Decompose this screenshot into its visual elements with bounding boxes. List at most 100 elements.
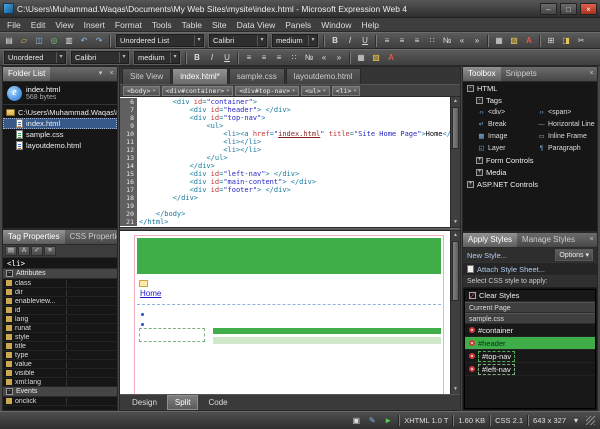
font-combo-2[interactable]: Calibri▾ xyxy=(71,51,129,64)
collapse-icon[interactable]: - xyxy=(6,270,13,277)
toolbox-item-image[interactable]: ▦Image xyxy=(477,130,537,142)
attribute-row[interactable]: id xyxy=(3,306,117,315)
menu-window[interactable]: Window xyxy=(316,18,356,32)
undo-icon[interactable]: ↶ xyxy=(77,34,91,47)
doctype-indicator[interactable]: XHTML 1.0 T xyxy=(404,416,448,425)
tab-snippets[interactable]: Snippets xyxy=(501,67,542,81)
header-block[interactable] xyxy=(137,238,441,274)
attribute-row[interactable]: value xyxy=(3,360,117,369)
resize-grip[interactable] xyxy=(586,416,595,425)
numbered-list-icon[interactable]: № xyxy=(302,51,316,64)
group-current-page[interactable]: Current Page xyxy=(465,302,595,313)
align-right-icon[interactable]: ≡ xyxy=(272,51,286,64)
indent-icon[interactable]: » xyxy=(332,51,346,64)
align-left-icon[interactable]: ≡ xyxy=(242,51,256,64)
menu-panels[interactable]: Panels xyxy=(280,18,316,32)
tab-toolbox[interactable]: Toolbox xyxy=(463,67,501,81)
attribute-row[interactable]: xml:lang xyxy=(3,378,117,387)
panel-menu-icon[interactable]: ▾ xyxy=(95,67,106,81)
tree-item-sample-css[interactable]: sample.css xyxy=(3,129,117,140)
toolbox-item-div[interactable]: ‹›<div> xyxy=(477,106,537,118)
code-line[interactable]: 16 <div id="main-content"> </div> xyxy=(120,178,460,186)
code-view-button[interactable]: Code xyxy=(200,395,235,410)
tree-root[interactable]: C:\Users\Muhammad.Waqas\Documents\M xyxy=(3,107,117,118)
tab-index-html[interactable]: index.html* xyxy=(172,68,228,84)
tag-chip-top-nav[interactable]: <div#top-nav>▾ xyxy=(235,86,299,96)
code-view[interactable]: 6 <div id="container"> 7 <div id="header… xyxy=(120,97,460,227)
new-document-icon[interactable]: ▤ xyxy=(2,34,16,47)
tab-layoutdemo-html[interactable]: layoutdemo.html xyxy=(286,68,361,84)
menu-table[interactable]: Table xyxy=(177,18,207,32)
events-section-header[interactable]: -Events xyxy=(3,387,117,397)
summary-view-icon[interactable]: ≡ xyxy=(44,246,56,256)
italic-icon[interactable]: I xyxy=(343,34,357,47)
menu-edit[interactable]: Edit xyxy=(26,18,51,32)
code-line[interactable]: 8 <div id="top-nav"> xyxy=(120,114,460,122)
code-scrollbar[interactable]: ▲ ▼ xyxy=(450,97,460,227)
toolbox-section-aspnet[interactable]: +ASP.NET Controls xyxy=(463,178,597,190)
maximize-button[interactable]: □ xyxy=(560,3,577,15)
bullet-list-icon[interactable]: ∷ xyxy=(425,34,439,47)
attribute-row[interactable]: type xyxy=(3,351,117,360)
numbered-list-icon[interactable]: № xyxy=(440,34,454,47)
font-size-combo-2[interactable]: medium▾ xyxy=(134,51,180,64)
page-size-indicator[interactable]: 643 x 327 xyxy=(533,416,566,425)
close-button[interactable]: × xyxy=(580,3,597,15)
expand-icon[interactable]: + xyxy=(476,157,483,164)
scroll-up-icon[interactable]: ▲ xyxy=(451,231,460,240)
menu-view[interactable]: View xyxy=(50,18,78,32)
tab-sample-css[interactable]: sample.css xyxy=(229,68,285,84)
style-combo-2[interactable]: Unordered▾ xyxy=(4,51,66,64)
design-scrollbar[interactable]: ▲ ▼ xyxy=(450,231,460,394)
code-line[interactable]: 20 </body> xyxy=(120,210,460,218)
tree-item-index[interactable]: index.html xyxy=(3,118,117,129)
code-line[interactable]: 13 </ul> xyxy=(120,154,460,162)
group-sample-css[interactable]: sample.css xyxy=(465,313,595,324)
toolbox-item-horizontal-line[interactable]: —Horizontal Line xyxy=(537,118,597,130)
print-icon[interactable]: ▥ xyxy=(62,34,76,47)
attribute-row[interactable]: class xyxy=(3,279,117,288)
save-icon[interactable]: ◫ xyxy=(32,34,46,47)
style-item-top-nav[interactable]: #top-nav xyxy=(465,350,595,363)
highlight-icon[interactable]: ▧ xyxy=(507,34,521,47)
toolbox-item-span[interactable]: ‹›<span> xyxy=(537,106,597,118)
code-line[interactable]: 19 xyxy=(120,202,460,210)
insert-table-icon[interactable]: ⊞ xyxy=(544,34,558,47)
attribute-row[interactable]: enableview... xyxy=(3,297,117,306)
code-line[interactable]: 11 <li></li> xyxy=(120,138,460,146)
top-nav-block[interactable] xyxy=(213,328,441,334)
code-line[interactable]: 6 <div id="container"> xyxy=(120,98,460,106)
css-schema-indicator[interactable]: CSS 2.1 xyxy=(495,416,523,425)
toolbox-section-html[interactable]: -HTML xyxy=(463,82,597,94)
split-view-button[interactable]: Split xyxy=(167,395,199,410)
attribute-row[interactable]: dir xyxy=(3,288,117,297)
attribute-row[interactable]: runat xyxy=(3,324,117,333)
chevron-down-icon[interactable]: ▾ xyxy=(570,416,582,425)
style-item-header[interactable]: #header xyxy=(465,337,595,350)
toolbox-item-break[interactable]: ↵Break xyxy=(477,118,537,130)
code-line[interactable]: 14 </div> xyxy=(120,162,460,170)
style-combo[interactable]: Unordered List▾ xyxy=(116,34,204,47)
tree-item-layoutdemo[interactable]: layoutdemo.html xyxy=(3,140,117,151)
code-line[interactable]: 7 <div id="header"> </div> xyxy=(120,106,460,114)
insert-picture-icon[interactable]: ◨ xyxy=(559,34,573,47)
new-style-link[interactable]: New Style... xyxy=(467,251,507,260)
tab-manage-styles[interactable]: Manage Styles xyxy=(517,233,580,247)
categorized-view-icon[interactable]: ▤ xyxy=(5,246,17,256)
scroll-down-icon[interactable]: ▼ xyxy=(451,385,460,394)
code-line[interactable]: 15 <div id="left-nav"> </div> xyxy=(120,170,460,178)
alphabetical-sort-icon[interactable]: A xyxy=(18,246,30,256)
code-line[interactable]: 10 <li><a href="index.html" title="Site … xyxy=(120,130,460,138)
left-nav-block[interactable] xyxy=(139,328,205,342)
menu-insert[interactable]: Insert xyxy=(79,18,110,32)
attribute-row[interactable]: visible xyxy=(3,369,117,378)
design-view-button[interactable]: Design xyxy=(124,395,165,410)
outdent-icon[interactable]: « xyxy=(455,34,469,47)
toolbox-item-layer[interactable]: ◱Layer xyxy=(477,142,537,154)
tab-css-properties[interactable]: CSS Properties xyxy=(65,230,118,244)
attach-style-sheet-link[interactable]: Attach Style Sheet... xyxy=(477,265,545,274)
menu-file[interactable]: File xyxy=(2,18,26,32)
open-folder-icon[interactable]: ▱ xyxy=(17,34,31,47)
italic-icon[interactable]: I xyxy=(205,51,219,64)
browser-preview-icon[interactable]: ◎ xyxy=(47,34,61,47)
